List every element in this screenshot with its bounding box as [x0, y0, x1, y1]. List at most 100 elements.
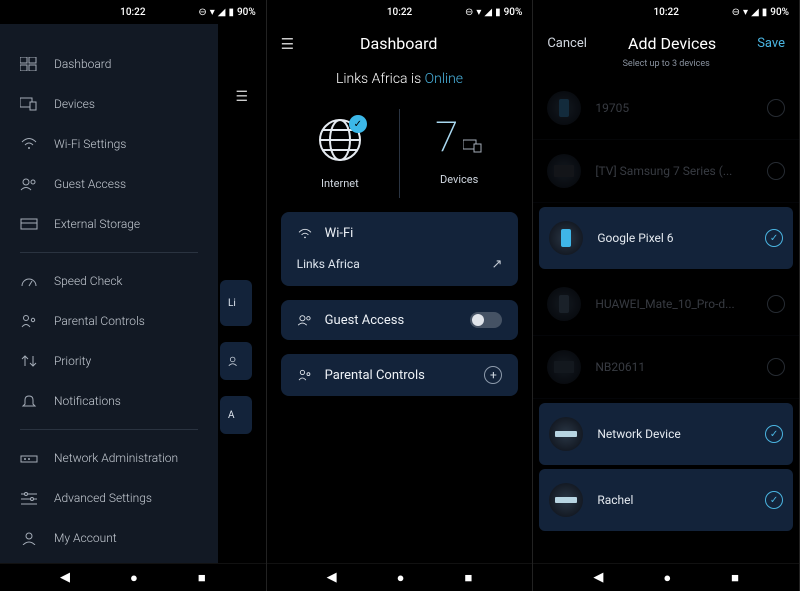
status-bar: 10:22 ⊖ ▾ ◢ ▮ 90% — [0, 0, 266, 24]
devices-label: Devices — [440, 173, 478, 186]
nav-back-icon[interactable]: ◀ — [327, 570, 337, 585]
status-battery-pct: 90% — [504, 7, 523, 18]
status-signal-icon: ◢ — [218, 7, 226, 18]
devices-icon — [20, 96, 38, 112]
page-title: Add Devices — [628, 34, 716, 53]
cancel-button[interactable]: Cancel — [547, 36, 587, 51]
device-radio[interactable] — [767, 358, 785, 376]
device-row[interactable]: Network Device✓ — [539, 403, 793, 465]
menu-wifi-settings[interactable]: Wi-Fi Settings — [0, 124, 218, 164]
device-name: Google Pixel 6 — [597, 231, 751, 245]
add-icon[interactable]: + — [484, 366, 502, 384]
menu-wifi-label: Wi-Fi Settings — [54, 137, 126, 151]
check-icon: ✓ — [349, 115, 367, 133]
internet-tile[interactable]: ✓ Internet — [281, 109, 399, 198]
menu-my-account[interactable]: My Account — [0, 518, 218, 558]
status-battery-icon: ▮ — [495, 7, 501, 18]
device-row[interactable]: Rachel ✓ — [539, 469, 793, 531]
devices-count: 7 — [435, 117, 458, 159]
device-radio[interactable] — [767, 162, 785, 180]
device-row[interactable]: NB20611 — [533, 336, 799, 399]
device-name: 19705 — [595, 101, 753, 115]
status-battery-icon: ▮ — [228, 7, 234, 18]
nav-home-icon[interactable]: ● — [130, 570, 138, 586]
device-name: Rachel — [597, 493, 751, 507]
account-icon — [20, 530, 38, 546]
device-row[interactable]: 19705 — [533, 77, 799, 140]
menu-guest-access[interactable]: Guest Access — [0, 164, 218, 204]
menu-external-storage[interactable]: External Storage — [0, 204, 218, 244]
menu-advanced-label: Advanced Settings — [54, 491, 152, 505]
guest-access-icon — [20, 176, 38, 192]
menu-devices[interactable]: Devices — [0, 84, 218, 124]
parental-controls-card[interactable]: Parental Controls + — [281, 354, 519, 396]
peek-card-guest[interactable] — [220, 342, 252, 380]
save-button[interactable]: Save — [757, 36, 785, 51]
nav-home-icon[interactable]: ● — [663, 570, 671, 586]
speed-icon — [20, 273, 38, 289]
device-name: NB20611 — [595, 360, 753, 374]
bell-icon — [20, 393, 38, 409]
share-icon[interactable]: ↗ — [491, 257, 502, 272]
nav-drawer: Dashboard Devices Wi-Fi Settings Guest A… — [0, 24, 218, 563]
menu-priority[interactable]: Priority — [0, 341, 218, 381]
devices-tile[interactable]: 7 Devices — [399, 109, 518, 198]
device-radio[interactable] — [767, 99, 785, 117]
wifi-card-ssid: Links Africa — [297, 257, 360, 272]
wifi-card-title: Wi-Fi — [325, 226, 354, 241]
status-battery-pct: 90% — [237, 7, 256, 18]
status-time: 10:22 — [120, 7, 145, 18]
peek-card-wifi[interactable]: Li — [220, 280, 252, 326]
menu-notifications[interactable]: Notifications — [0, 381, 218, 421]
hamburger-icon[interactable]: ☰ — [235, 89, 248, 105]
menu-speed-check[interactable]: Speed Check — [0, 261, 218, 301]
menu-separator — [20, 429, 198, 430]
device-radio[interactable] — [767, 295, 785, 313]
phone-add-devices: 10:22 ⊖ ▾ ◢ ▮ 90% Cancel Add Devices Sav… — [533, 0, 800, 591]
device-radio[interactable]: ✓ — [765, 425, 783, 443]
hamburger-icon[interactable]: ☰ — [281, 35, 294, 53]
status-wifi-icon: ▾ — [743, 7, 748, 18]
device-radio[interactable]: ✓ — [765, 229, 783, 247]
nav-recent-icon[interactable]: ■ — [731, 570, 739, 586]
menu-netadmin-label: Network Administration — [54, 451, 178, 465]
page-title: Dashboard — [294, 34, 503, 53]
status-time: 10:22 — [654, 7, 679, 18]
priority-icon — [20, 353, 38, 369]
menu-network-admin[interactable]: Network Administration — [0, 438, 218, 478]
guest-access-card[interactable]: Guest Access — [281, 300, 519, 340]
device-icon — [547, 287, 581, 321]
status-battery-icon: ▮ — [762, 7, 768, 18]
wifi-card[interactable]: Wi-Fi Links Africa ↗ — [281, 212, 519, 286]
status-bar: 10:22 ⊖ ▾ ◢ ▮ 90% — [533, 0, 799, 24]
menu-guest-label: Guest Access — [54, 177, 126, 191]
wifi-icon — [297, 228, 313, 240]
peek-card-parental[interactable]: A — [220, 396, 252, 434]
device-row[interactable]: [TV] Samsung 7 Series (... — [533, 140, 799, 203]
menu-separator — [20, 252, 198, 253]
nav-back-icon[interactable]: ◀ — [60, 570, 70, 585]
guest-card-title: Guest Access — [325, 313, 405, 328]
device-row[interactable]: Google Pixel 6 ✓ — [539, 207, 793, 269]
nav-home-icon[interactable]: ● — [397, 570, 405, 586]
status-time: 10:22 — [387, 7, 412, 18]
menu-advanced-settings[interactable]: Advanced Settings — [0, 478, 218, 518]
status-signal-icon: ◢ — [484, 7, 492, 18]
nav-back-icon[interactable]: ◀ — [593, 570, 603, 585]
menu-parental-controls[interactable]: Parental Controls — [0, 301, 218, 341]
device-radio[interactable]: ✓ — [765, 491, 783, 509]
device-icon — [549, 417, 583, 451]
android-nav: ◀ ● ■ — [267, 563, 533, 591]
guest-toggle[interactable] — [470, 312, 502, 328]
nav-recent-icon[interactable]: ■ — [198, 570, 206, 586]
dashboard-icon — [20, 56, 38, 72]
network-name: Links Africa — [336, 71, 408, 87]
device-list: 19705[TV] Samsung 7 Series (...Google Pi… — [533, 77, 799, 535]
device-row[interactable]: HUAWEI_Mate_10_Pro-d... — [533, 273, 799, 336]
guest-access-icon — [297, 314, 313, 326]
nav-recent-icon[interactable]: ■ — [464, 570, 472, 586]
menu-priority-label: Priority — [54, 354, 91, 368]
menu-dashboard[interactable]: Dashboard — [0, 44, 218, 84]
phone-dashboard: 10:22 ⊖ ▾ ◢ ▮ 90% ☰ Dashboard Links Afri… — [267, 0, 534, 591]
status-signal-icon: ◢ — [751, 7, 759, 18]
